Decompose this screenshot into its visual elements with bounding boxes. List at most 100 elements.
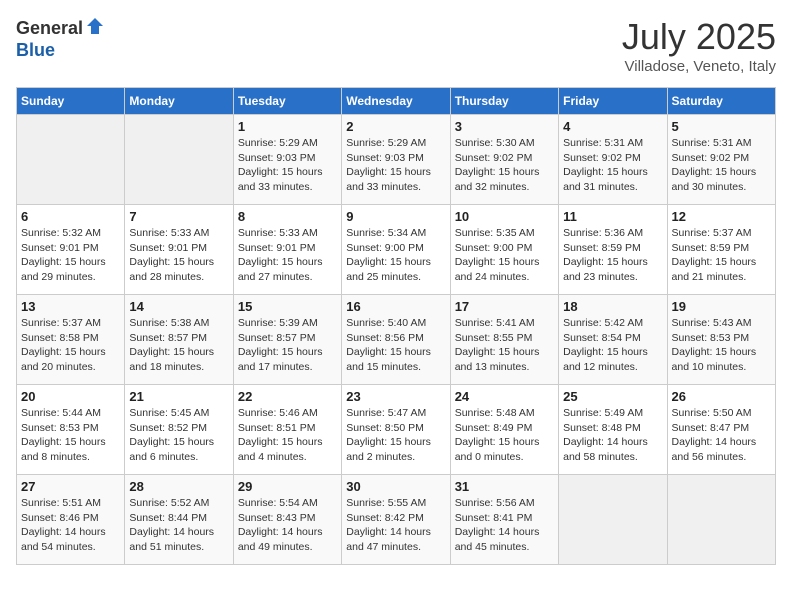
calendar-day-cell: 6 Sunrise: 5:32 AMSunset: 9:01 PMDaylight… bbox=[17, 205, 125, 295]
day-info: Sunrise: 5:29 AMSunset: 9:03 PMDaylight:… bbox=[238, 136, 337, 195]
calendar-day-cell: 16 Sunrise: 5:40 AMSunset: 8:56 PMDayligh… bbox=[342, 295, 450, 385]
day-number: 19 bbox=[672, 299, 771, 314]
day-number: 18 bbox=[563, 299, 662, 314]
day-number: 3 bbox=[455, 119, 554, 134]
day-number: 27 bbox=[21, 479, 120, 494]
day-info: Sunrise: 5:50 AMSunset: 8:47 PMDaylight:… bbox=[672, 406, 771, 465]
day-info: Sunrise: 5:33 AMSunset: 9:01 PMDaylight:… bbox=[238, 226, 337, 285]
calendar-week-row: 1 Sunrise: 5:29 AMSunset: 9:03 PMDaylight… bbox=[17, 115, 776, 205]
calendar-day-cell bbox=[17, 115, 125, 205]
day-info: Sunrise: 5:55 AMSunset: 8:42 PMDaylight:… bbox=[346, 496, 445, 555]
day-info: Sunrise: 5:42 AMSunset: 8:54 PMDaylight:… bbox=[563, 316, 662, 375]
day-info: Sunrise: 5:34 AMSunset: 9:00 PMDaylight:… bbox=[346, 226, 445, 285]
day-of-week-header: Monday bbox=[125, 88, 233, 115]
day-of-week-header: Sunday bbox=[17, 88, 125, 115]
day-number: 13 bbox=[21, 299, 120, 314]
day-number: 31 bbox=[455, 479, 554, 494]
day-info: Sunrise: 5:41 AMSunset: 8:55 PMDaylight:… bbox=[455, 316, 554, 375]
calendar-day-cell: 27 Sunrise: 5:51 AMSunset: 8:46 PMDayligh… bbox=[17, 475, 125, 565]
day-info: Sunrise: 5:39 AMSunset: 8:57 PMDaylight:… bbox=[238, 316, 337, 375]
day-of-week-header: Thursday bbox=[450, 88, 558, 115]
day-info: Sunrise: 5:56 AMSunset: 8:41 PMDaylight:… bbox=[455, 496, 554, 555]
day-info: Sunrise: 5:36 AMSunset: 8:59 PMDaylight:… bbox=[563, 226, 662, 285]
day-number: 2 bbox=[346, 119, 445, 134]
calendar-day-cell: 28Sunrise: 5:52 AMSunset: 8:44 PMDayligh… bbox=[125, 475, 233, 565]
day-number: 24 bbox=[455, 389, 554, 404]
calendar-day-cell: 9 Sunrise: 5:34 AMSunset: 9:00 PMDaylight… bbox=[342, 205, 450, 295]
day-of-week-header: Tuesday bbox=[233, 88, 341, 115]
day-info: Sunrise: 5:31 AMSunset: 9:02 PMDaylight:… bbox=[563, 136, 662, 195]
day-number: 14 bbox=[129, 299, 228, 314]
calendar-day-cell: 31 Sunrise: 5:56 AMSunset: 8:41 PMDayligh… bbox=[450, 475, 558, 565]
calendar-day-cell: 7 Sunrise: 5:33 AMSunset: 9:01 PMDaylight… bbox=[125, 205, 233, 295]
day-info: Sunrise: 5:38 AMSunset: 8:57 PMDaylight:… bbox=[129, 316, 228, 375]
title-block: July 2025 Villadose, Veneto, Italy bbox=[622, 16, 776, 75]
day-number: 10 bbox=[455, 209, 554, 224]
day-info: Sunrise: 5:32 AMSunset: 9:01 PMDaylight:… bbox=[21, 226, 120, 285]
calendar-day-cell: 22Sunrise: 5:46 AMSunset: 8:51 PMDayligh… bbox=[233, 385, 341, 475]
calendar-day-cell: 29Sunrise: 5:54 AMSunset: 8:43 PMDayligh… bbox=[233, 475, 341, 565]
day-info: Sunrise: 5:48 AMSunset: 8:49 PMDaylight:… bbox=[455, 406, 554, 465]
day-info: Sunrise: 5:51 AMSunset: 8:46 PMDaylight:… bbox=[21, 496, 120, 555]
calendar-table: SundayMondayTuesdayWednesdayThursdayFrid… bbox=[16, 87, 776, 565]
calendar-day-cell: 15 Sunrise: 5:39 AMSunset: 8:57 PMDayligh… bbox=[233, 295, 341, 385]
day-number: 15 bbox=[238, 299, 337, 314]
day-number: 30 bbox=[346, 479, 445, 494]
month-year: July 2025 bbox=[622, 16, 776, 58]
calendar-day-cell: 23Sunrise: 5:47 AMSunset: 8:50 PMDayligh… bbox=[342, 385, 450, 475]
day-number: 6 bbox=[21, 209, 120, 224]
day-number: 20 bbox=[21, 389, 120, 404]
day-number: 11 bbox=[563, 209, 662, 224]
day-number: 4 bbox=[563, 119, 662, 134]
day-info: Sunrise: 5:37 AMSunset: 8:59 PMDaylight:… bbox=[672, 226, 771, 285]
calendar-day-cell: 17 Sunrise: 5:41 AMSunset: 8:55 PMDayligh… bbox=[450, 295, 558, 385]
location: Villadose, Veneto, Italy bbox=[622, 58, 776, 75]
day-number: 1 bbox=[238, 119, 337, 134]
day-of-week-header: Saturday bbox=[667, 88, 775, 115]
day-info: Sunrise: 5:37 AMSunset: 8:58 PMDaylight:… bbox=[21, 316, 120, 375]
day-info: Sunrise: 5:40 AMSunset: 8:56 PMDaylight:… bbox=[346, 316, 445, 375]
day-number: 26 bbox=[672, 389, 771, 404]
day-number: 17 bbox=[455, 299, 554, 314]
calendar-day-cell: 24 Sunrise: 5:48 AMSunset: 8:49 PMDayligh… bbox=[450, 385, 558, 475]
calendar-day-cell: 26 Sunrise: 5:50 AMSunset: 8:47 PMDayligh… bbox=[667, 385, 775, 475]
calendar-day-cell: 10 Sunrise: 5:35 AMSunset: 9:00 PMDayligh… bbox=[450, 205, 558, 295]
calendar-day-cell: 2 Sunrise: 5:29 AMSunset: 9:03 PMDaylight… bbox=[342, 115, 450, 205]
day-number: 23 bbox=[346, 389, 445, 404]
day-number: 21 bbox=[129, 389, 228, 404]
day-of-week-header: Friday bbox=[559, 88, 667, 115]
day-info: Sunrise: 5:33 AMSunset: 9:01 PMDaylight:… bbox=[129, 226, 228, 285]
day-number: 7 bbox=[129, 209, 228, 224]
calendar-day-cell: 20 Sunrise: 5:44 AMSunset: 8:53 PMDayligh… bbox=[17, 385, 125, 475]
calendar-day-cell: 21 Sunrise: 5:45 AMSunset: 8:52 PMDayligh… bbox=[125, 385, 233, 475]
calendar-day-cell: 25Sunrise: 5:49 AMSunset: 8:48 PMDayligh… bbox=[559, 385, 667, 475]
page-header: General Blue July 2025 Villadose, Veneto… bbox=[16, 16, 776, 75]
calendar-day-cell: 18 Sunrise: 5:42 AMSunset: 8:54 PMDayligh… bbox=[559, 295, 667, 385]
day-info: Sunrise: 5:30 AMSunset: 9:02 PMDaylight:… bbox=[455, 136, 554, 195]
day-info: Sunrise: 5:29 AMSunset: 9:03 PMDaylight:… bbox=[346, 136, 445, 195]
calendar-header-row: SundayMondayTuesdayWednesdayThursdayFrid… bbox=[17, 88, 776, 115]
calendar-day-cell: 19Sunrise: 5:43 AMSunset: 8:53 PMDayligh… bbox=[667, 295, 775, 385]
calendar-day-cell: 14 Sunrise: 5:38 AMSunset: 8:57 PMDayligh… bbox=[125, 295, 233, 385]
calendar-day-cell: 3 Sunrise: 5:30 AMSunset: 9:02 PMDaylight… bbox=[450, 115, 558, 205]
day-info: Sunrise: 5:45 AMSunset: 8:52 PMDaylight:… bbox=[129, 406, 228, 465]
calendar-day-cell: 1 Sunrise: 5:29 AMSunset: 9:03 PMDaylight… bbox=[233, 115, 341, 205]
calendar-week-row: 6 Sunrise: 5:32 AMSunset: 9:01 PMDaylight… bbox=[17, 205, 776, 295]
calendar-day-cell: 12Sunrise: 5:37 AMSunset: 8:59 PMDayligh… bbox=[667, 205, 775, 295]
day-number: 22 bbox=[238, 389, 337, 404]
day-number: 16 bbox=[346, 299, 445, 314]
day-number: 9 bbox=[346, 209, 445, 224]
day-number: 5 bbox=[672, 119, 771, 134]
calendar-day-cell bbox=[667, 475, 775, 565]
calendar-day-cell: 5Sunrise: 5:31 AMSunset: 9:02 PMDaylight… bbox=[667, 115, 775, 205]
calendar-week-row: 27 Sunrise: 5:51 AMSunset: 8:46 PMDayligh… bbox=[17, 475, 776, 565]
logo-icon bbox=[85, 16, 105, 41]
logo: General Blue bbox=[16, 16, 105, 61]
day-info: Sunrise: 5:35 AMSunset: 9:00 PMDaylight:… bbox=[455, 226, 554, 285]
logo-text-general: General bbox=[16, 19, 83, 39]
day-info: Sunrise: 5:54 AMSunset: 8:43 PMDaylight:… bbox=[238, 496, 337, 555]
day-info: Sunrise: 5:44 AMSunset: 8:53 PMDaylight:… bbox=[21, 406, 120, 465]
calendar-day-cell: 8Sunrise: 5:33 AMSunset: 9:01 PMDaylight… bbox=[233, 205, 341, 295]
calendar-day-cell: 4 Sunrise: 5:31 AMSunset: 9:02 PMDaylight… bbox=[559, 115, 667, 205]
day-of-week-header: Wednesday bbox=[342, 88, 450, 115]
